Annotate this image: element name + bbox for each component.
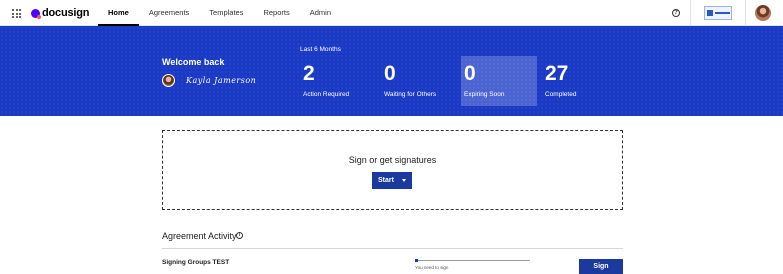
activity-status: You need to sign — [415, 265, 449, 270]
activity-progress-fill — [415, 259, 419, 262]
stat-label: Expiring Soon — [464, 91, 505, 98]
help-icon[interactable]: ? — [672, 9, 680, 17]
stat-label: Waiting for Others — [384, 91, 437, 98]
period-label: Last 6 Months — [300, 46, 341, 53]
activity-divider — [162, 248, 623, 249]
sign-dropzone-title: Sign or get signatures — [348, 155, 437, 165]
stat-action-required[interactable]: 2 Action Required — [300, 56, 376, 106]
account-brand-logo[interactable] — [704, 6, 732, 20]
activity-heading: Agreement Activity — [162, 231, 237, 241]
nav-home[interactable]: Home — [98, 0, 139, 26]
docusign-logo-mark — [31, 8, 41, 19]
signature-preview: Kayla Jamerson — [186, 76, 257, 85]
logo-text: docusign — [42, 7, 90, 19]
caret-down-icon — [402, 179, 406, 182]
stat-value: 0 — [384, 62, 396, 85]
top-nav: docusign Home Agreements Templates Repor… — [0, 0, 783, 26]
user-avatar[interactable] — [755, 5, 771, 21]
welcome-banner: Welcome back Kayla Jamerson Last 6 Month… — [0, 26, 783, 116]
sign-button[interactable]: Sign — [579, 259, 623, 274]
apps-grid-icon[interactable] — [12, 9, 21, 18]
stat-expiring-soon[interactable]: 0 Expiring Soon — [461, 56, 537, 106]
sign-dropzone[interactable]: Sign or get signatures Start — [162, 130, 623, 210]
nav-reports[interactable]: Reports — [253, 0, 299, 26]
activity-row-title[interactable]: Signing Groups TEST — [162, 259, 229, 266]
start-button[interactable]: Start — [372, 172, 412, 189]
stat-value: 0 — [464, 62, 476, 85]
stat-value: 2 — [303, 62, 315, 85]
stat-label: Completed — [545, 91, 577, 98]
nav-divider — [690, 0, 691, 26]
stat-waiting-for-others[interactable]: 0 Waiting for Others — [381, 56, 457, 106]
docusign-logo[interactable]: docusign — [31, 7, 89, 19]
main-nav: Home Agreements Templates Reports Admin — [98, 0, 341, 26]
activity-progress-bar — [415, 259, 530, 262]
info-icon[interactable]: i — [236, 232, 243, 239]
nav-agreements[interactable]: Agreements — [139, 0, 199, 26]
profile-avatar — [162, 74, 175, 87]
nav-templates[interactable]: Templates — [199, 0, 253, 26]
start-button-label: Start — [378, 177, 394, 184]
stat-label: Action Required — [303, 91, 350, 98]
welcome-heading: Welcome back — [162, 57, 225, 67]
nav-admin[interactable]: Admin — [300, 0, 341, 26]
nav-divider — [745, 0, 746, 26]
stat-completed[interactable]: 27 Completed — [542, 56, 618, 106]
stat-value: 27 — [545, 62, 569, 85]
